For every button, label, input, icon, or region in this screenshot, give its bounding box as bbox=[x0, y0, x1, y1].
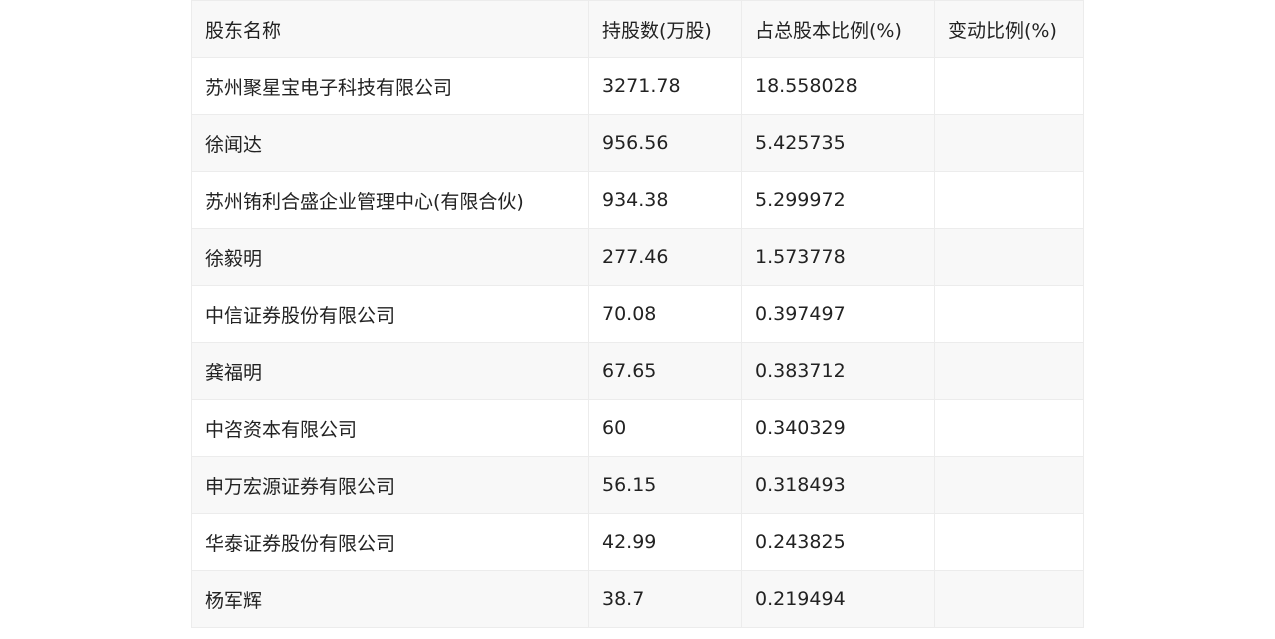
cell-share-ratio: 18.558028 bbox=[741, 57, 935, 115]
cell-change-ratio bbox=[934, 399, 1084, 457]
cell-share-ratio: 0.318493 bbox=[741, 456, 935, 514]
table-row: 中信证券股份有限公司 70.08 0.397497 bbox=[191, 285, 1084, 343]
cell-share-ratio: 0.340329 bbox=[741, 399, 935, 457]
cell-change-ratio bbox=[934, 171, 1084, 229]
cell-shareholder-name: 苏州铕利合盛企业管理中心(有限合伙) bbox=[191, 171, 589, 229]
cell-shareholder-name: 中信证券股份有限公司 bbox=[191, 285, 589, 343]
cell-shareholder-name: 徐闻达 bbox=[191, 114, 589, 172]
table-row: 苏州聚星宝电子科技有限公司 3271.78 18.558028 bbox=[191, 57, 1084, 115]
table-row: 杨军辉 38.7 0.219494 bbox=[191, 570, 1084, 628]
cell-shares-held: 67.65 bbox=[588, 342, 742, 400]
cell-share-ratio: 0.397497 bbox=[741, 285, 935, 343]
cell-share-ratio: 0.219494 bbox=[741, 570, 935, 628]
cell-shareholder-name: 中咨资本有限公司 bbox=[191, 399, 589, 457]
cell-change-ratio bbox=[934, 114, 1084, 172]
header-shares-held: 持股数(万股) bbox=[588, 0, 742, 58]
cell-shareholder-name: 徐毅明 bbox=[191, 228, 589, 286]
header-share-ratio: 占总股本比例(%) bbox=[741, 0, 935, 58]
header-shareholder-name: 股东名称 bbox=[191, 0, 589, 58]
cell-shareholder-name: 华泰证券股份有限公司 bbox=[191, 513, 589, 571]
table-row: 申万宏源证券有限公司 56.15 0.318493 bbox=[191, 456, 1084, 514]
cell-share-ratio: 5.299972 bbox=[741, 171, 935, 229]
cell-shares-held: 56.15 bbox=[588, 456, 742, 514]
cell-change-ratio bbox=[934, 228, 1084, 286]
table-row: 华泰证券股份有限公司 42.99 0.243825 bbox=[191, 513, 1084, 571]
cell-shares-held: 42.99 bbox=[588, 513, 742, 571]
cell-shareholder-name: 申万宏源证券有限公司 bbox=[191, 456, 589, 514]
cell-share-ratio: 0.383712 bbox=[741, 342, 935, 400]
cell-shares-held: 3271.78 bbox=[588, 57, 742, 115]
table-row: 中咨资本有限公司 60 0.340329 bbox=[191, 399, 1084, 457]
table-row: 徐闻达 956.56 5.425735 bbox=[191, 114, 1084, 172]
cell-shares-held: 934.38 bbox=[588, 171, 742, 229]
cell-change-ratio bbox=[934, 285, 1084, 343]
cell-shares-held: 70.08 bbox=[588, 285, 742, 343]
cell-shares-held: 956.56 bbox=[588, 114, 742, 172]
cell-shareholder-name: 龚福明 bbox=[191, 342, 589, 400]
cell-change-ratio bbox=[934, 513, 1084, 571]
cell-share-ratio: 0.243825 bbox=[741, 513, 935, 571]
cell-share-ratio: 1.573778 bbox=[741, 228, 935, 286]
cell-change-ratio bbox=[934, 342, 1084, 400]
shareholder-table-container: 股东名称 持股数(万股) 占总股本比例(%) 变动比例(%) 苏州聚星宝电子科技… bbox=[191, 0, 1084, 628]
cell-change-ratio bbox=[934, 456, 1084, 514]
table-header-row: 股东名称 持股数(万股) 占总股本比例(%) 变动比例(%) bbox=[191, 0, 1084, 58]
table-row: 苏州铕利合盛企业管理中心(有限合伙) 934.38 5.299972 bbox=[191, 171, 1084, 229]
cell-change-ratio bbox=[934, 570, 1084, 628]
cell-change-ratio bbox=[934, 57, 1084, 115]
cell-shareholder-name: 苏州聚星宝电子科技有限公司 bbox=[191, 57, 589, 115]
cell-shares-held: 60 bbox=[588, 399, 742, 457]
cell-shares-held: 38.7 bbox=[588, 570, 742, 628]
cell-shares-held: 277.46 bbox=[588, 228, 742, 286]
header-change-ratio: 变动比例(%) bbox=[934, 0, 1084, 58]
table-row: 徐毅明 277.46 1.573778 bbox=[191, 228, 1084, 286]
shareholder-table: 股东名称 持股数(万股) 占总股本比例(%) 变动比例(%) 苏州聚星宝电子科技… bbox=[191, 0, 1084, 628]
table-row: 龚福明 67.65 0.383712 bbox=[191, 342, 1084, 400]
cell-share-ratio: 5.425735 bbox=[741, 114, 935, 172]
cell-shareholder-name: 杨军辉 bbox=[191, 570, 589, 628]
